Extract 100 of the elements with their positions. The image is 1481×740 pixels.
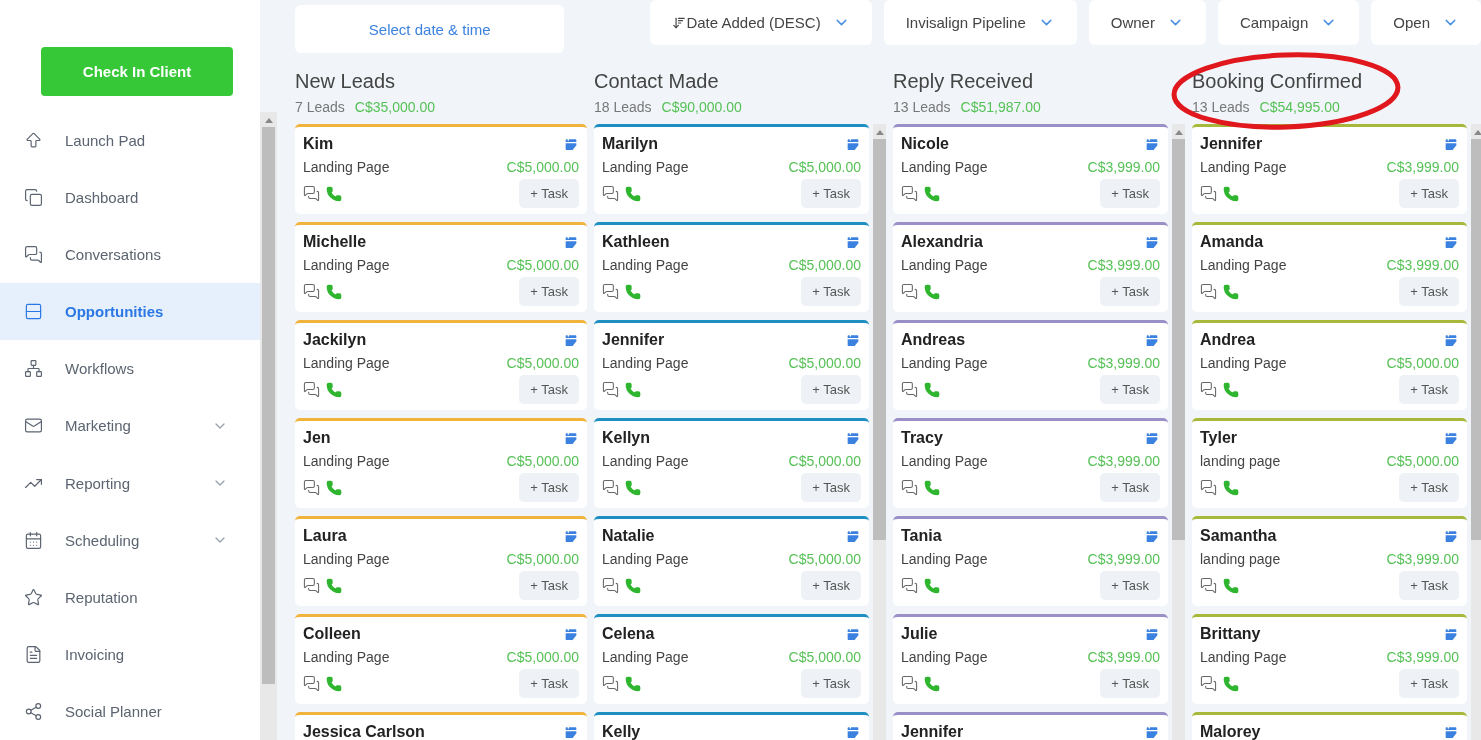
calendar-icon[interactable] [1443, 332, 1459, 348]
lead-card[interactable]: Marilyn Landing Page C$5,000.00 + Task [594, 124, 869, 214]
lead-card[interactable]: Amanda Landing Page C$3,999.00 + Task [1192, 222, 1467, 312]
phone-icon[interactable] [1223, 675, 1239, 692]
scrollbar[interactable] [260, 112, 277, 740]
add-task-button[interactable]: + Task [1100, 473, 1160, 502]
phone-icon[interactable] [1223, 577, 1239, 594]
chat-icon[interactable] [602, 479, 619, 496]
chat-icon[interactable] [602, 577, 619, 594]
chat-icon[interactable] [1200, 479, 1217, 496]
sidebar-item[interactable]: Reporting [0, 454, 260, 512]
sidebar-item[interactable]: Opportunities [0, 283, 260, 341]
sidebar-item[interactable]: Social Planner [0, 682, 260, 740]
chat-icon[interactable] [602, 185, 619, 202]
add-task-button[interactable]: + Task [1399, 179, 1459, 208]
phone-icon[interactable] [625, 675, 641, 692]
sidebar-item[interactable]: Dashboard [0, 168, 260, 226]
calendar-icon[interactable] [845, 332, 861, 348]
add-task-button[interactable]: + Task [1399, 277, 1459, 306]
add-task-button[interactable]: + Task [1399, 473, 1459, 502]
lead-card[interactable]: Jennifer [893, 712, 1168, 740]
calendar-icon[interactable] [1443, 626, 1459, 642]
phone-icon[interactable] [326, 577, 342, 594]
filter-dropdown[interactable]: Campaign [1217, 0, 1360, 45]
calendar-icon[interactable] [1144, 724, 1160, 740]
calendar-icon[interactable] [563, 234, 579, 250]
phone-icon[interactable] [326, 185, 342, 202]
chat-icon[interactable] [1200, 675, 1217, 692]
add-task-button[interactable]: + Task [1100, 179, 1160, 208]
add-task-button[interactable]: + Task [1399, 669, 1459, 698]
scrollbar[interactable] [1172, 124, 1185, 740]
scrollbar[interactable] [1471, 124, 1481, 740]
lead-card[interactable]: Brittany Landing Page C$3,999.00 + Task [1192, 614, 1467, 704]
lead-card[interactable]: Kelly [594, 712, 869, 740]
lead-card[interactable]: Malorey [1192, 712, 1467, 740]
phone-icon[interactable] [625, 185, 641, 202]
chat-icon[interactable] [1200, 381, 1217, 398]
lead-card[interactable]: Jen Landing Page C$5,000.00 + Task [295, 418, 587, 508]
add-task-button[interactable]: + Task [801, 277, 861, 306]
chat-icon[interactable] [602, 381, 619, 398]
add-task-button[interactable]: + Task [1399, 571, 1459, 600]
calendar-icon[interactable] [1443, 724, 1459, 740]
phone-icon[interactable] [326, 675, 342, 692]
filter-dropdown[interactable]: Owner [1088, 0, 1206, 45]
phone-icon[interactable] [924, 577, 940, 594]
calendar-icon[interactable] [1443, 528, 1459, 544]
calendar-icon[interactable] [1144, 430, 1160, 446]
phone-icon[interactable] [326, 283, 342, 300]
chat-icon[interactable] [303, 479, 320, 496]
calendar-icon[interactable] [845, 430, 861, 446]
phone-icon[interactable] [1223, 185, 1239, 202]
chat-icon[interactable] [602, 675, 619, 692]
calendar-icon[interactable] [1443, 430, 1459, 446]
sidebar-item[interactable]: Workflows [0, 340, 260, 398]
add-task-button[interactable]: + Task [519, 375, 579, 404]
lead-card[interactable]: Kim Landing Page C$5,000.00 + Task [295, 124, 587, 214]
calendar-icon[interactable] [1144, 528, 1160, 544]
phone-icon[interactable] [1223, 283, 1239, 300]
filter-dropdown[interactable]: Open [1371, 0, 1481, 45]
chat-icon[interactable] [303, 675, 320, 692]
phone-icon[interactable] [924, 381, 940, 398]
chat-icon[interactable] [602, 283, 619, 300]
lead-card[interactable]: Celena Landing Page C$5,000.00 + Task [594, 614, 869, 704]
chat-icon[interactable] [901, 675, 918, 692]
chat-icon[interactable] [901, 577, 918, 594]
date-time-field[interactable]: Select date & time [295, 5, 565, 53]
chat-icon[interactable] [1200, 577, 1217, 594]
lead-card[interactable]: Colleen Landing Page C$5,000.00 + Task [295, 614, 587, 704]
sidebar-item[interactable]: Marketing [0, 397, 260, 455]
add-task-button[interactable]: + Task [519, 179, 579, 208]
calendar-icon[interactable] [563, 332, 579, 348]
chat-icon[interactable] [1200, 185, 1217, 202]
phone-icon[interactable] [326, 381, 342, 398]
calendar-icon[interactable] [1443, 136, 1459, 152]
lead-card[interactable]: Nicole Landing Page C$3,999.00 + Task [893, 124, 1168, 214]
add-task-button[interactable]: + Task [519, 473, 579, 502]
lead-card[interactable]: Natalie Landing Page C$5,000.00 + Task [594, 516, 869, 606]
lead-card[interactable]: Jackilyn Landing Page C$5,000.00 + Task [295, 320, 587, 410]
add-task-button[interactable]: + Task [801, 375, 861, 404]
chat-icon[interactable] [303, 283, 320, 300]
add-task-button[interactable]: + Task [1100, 669, 1160, 698]
add-task-button[interactable]: + Task [519, 277, 579, 306]
add-task-button[interactable]: + Task [801, 179, 861, 208]
calendar-icon[interactable] [1144, 136, 1160, 152]
calendar-icon[interactable] [845, 234, 861, 250]
calendar-icon[interactable] [563, 528, 579, 544]
lead-card[interactable]: Andrea Landing Page C$5,000.00 + Task [1192, 320, 1467, 410]
sort-dropdown[interactable]: Date Added (DESC) [650, 0, 872, 45]
add-task-button[interactable]: + Task [801, 571, 861, 600]
phone-icon[interactable] [625, 381, 641, 398]
filter-dropdown[interactable]: Invisalign Pipeline [883, 0, 1077, 45]
add-task-button[interactable]: + Task [519, 669, 579, 698]
phone-icon[interactable] [1223, 479, 1239, 496]
lead-card[interactable]: Laura Landing Page C$5,000.00 + Task [295, 516, 587, 606]
sidebar-item[interactable]: Scheduling [0, 511, 260, 569]
add-task-button[interactable]: + Task [1399, 375, 1459, 404]
add-task-button[interactable]: + Task [801, 669, 861, 698]
chat-icon[interactable] [303, 577, 320, 594]
lead-card[interactable]: Alexandria Landing Page C$3,999.00 + Task [893, 222, 1168, 312]
lead-card[interactable]: Kellyn Landing Page C$5,000.00 + Task [594, 418, 869, 508]
